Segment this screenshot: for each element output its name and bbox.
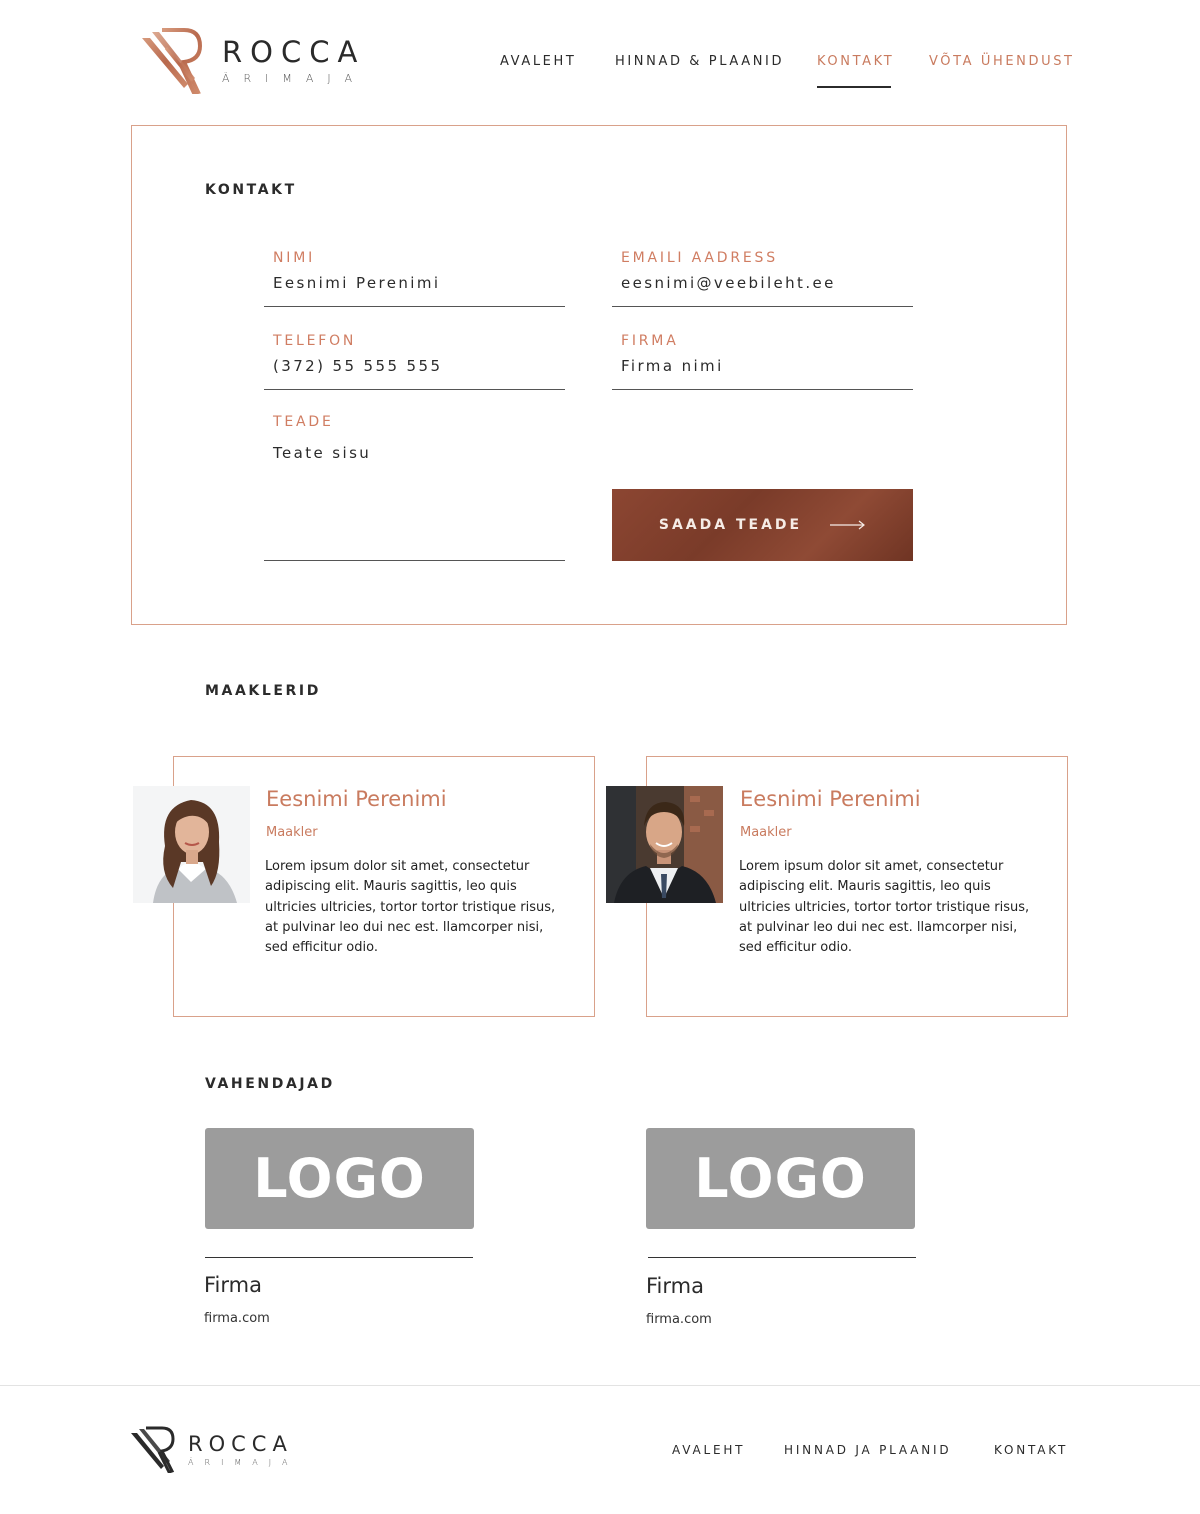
message-textarea[interactable]: Teate sisu (273, 444, 563, 462)
company-field: FIRMA (621, 333, 911, 375)
partner-logo-text: LOGO (253, 1147, 426, 1210)
send-message-button[interactable]: SAADA TEADE (612, 489, 913, 561)
partner-logo-text: LOGO (694, 1147, 867, 1210)
email-input[interactable] (621, 274, 911, 292)
name-label: NIMI (273, 250, 316, 266)
name-field: NIMI (273, 250, 563, 292)
header-logo[interactable]: ROCCA ÄRIMAJA (140, 26, 366, 94)
brokers-title: MAAKLERID (205, 683, 321, 699)
name-input[interactable] (273, 274, 563, 292)
footer-nav-contact[interactable]: KONTAKT (994, 1443, 1068, 1457)
partner-logo[interactable]: LOGO (205, 1128, 474, 1229)
message-label: TEADE (273, 414, 334, 430)
broker-role: Maakler (266, 825, 318, 840)
broker-role: Maakler (740, 825, 792, 840)
contact-title: KONTAKT (205, 182, 297, 198)
partners-title: VAHENDAJAD (205, 1076, 335, 1092)
partner-url[interactable]: firma.com (646, 1312, 712, 1327)
nav-get-in-touch[interactable]: VÕTA ÜHENDUST (929, 54, 1075, 69)
partner-divider (205, 1257, 473, 1258)
partner-name: Firma (204, 1273, 262, 1297)
man-portrait-image (606, 786, 723, 903)
email-label: EMAILI AADRESS (621, 250, 778, 266)
footer-nav-pricing[interactable]: HINNAD JA PLAANID (784, 1443, 951, 1457)
footer-divider (0, 1385, 1200, 1386)
nav-pricing[interactable]: HINNAD & PLAANID (615, 54, 784, 69)
partner-url[interactable]: firma.com (204, 1311, 270, 1326)
broker-name: Eesnimi Perenimi (740, 787, 921, 811)
message-field: TEADE Teate sisu (273, 414, 563, 462)
broker-name: Eesnimi Perenimi (266, 787, 447, 811)
company-label: FIRMA (621, 333, 679, 349)
partner-logo[interactable]: LOGO (646, 1128, 915, 1229)
email-field: EMAILI AADRESS (621, 250, 911, 292)
rocca-r-logo-icon (142, 28, 203, 94)
phone-label: TELEFON (273, 333, 357, 349)
footer-brand-title: ROCCA (188, 1431, 293, 1456)
phone-input[interactable] (273, 357, 563, 375)
footer-nav-home[interactable]: AVALEHT (672, 1443, 745, 1457)
rocca-r-logo-icon (131, 1426, 175, 1473)
company-underline (612, 389, 913, 390)
footer-brand-subtitle: ÄRIMAJA (188, 1457, 299, 1467)
company-input[interactable] (621, 357, 911, 375)
woman-portrait-image (133, 786, 250, 903)
brand-title: ROCCA (222, 34, 366, 69)
broker-photo (606, 786, 723, 903)
footer-logo[interactable]: ROCCA ÄRIMAJA (130, 1425, 298, 1473)
phone-underline (264, 389, 565, 390)
broker-photo (133, 786, 250, 903)
nav-contact[interactable]: KONTAKT (817, 54, 894, 69)
partner-name: Firma (646, 1274, 704, 1298)
brand-subtitle: ÄRIMAJA (222, 71, 367, 85)
partner-divider (648, 1257, 916, 1258)
broker-bio: Lorem ipsum dolor sit amet, consectetur … (265, 859, 556, 956)
arrow-right-icon (830, 520, 866, 530)
phone-field: TELEFON (273, 333, 563, 375)
email-underline (612, 306, 913, 307)
nav-active-underline (817, 86, 891, 88)
name-underline (264, 306, 565, 307)
message-underline (264, 560, 565, 561)
broker-bio: Lorem ipsum dolor sit amet, consectetur … (739, 859, 1030, 956)
send-button-label: SAADA TEADE (658, 517, 803, 533)
contact-form-box (131, 125, 1067, 625)
nav-home[interactable]: AVALEHT (500, 54, 576, 69)
